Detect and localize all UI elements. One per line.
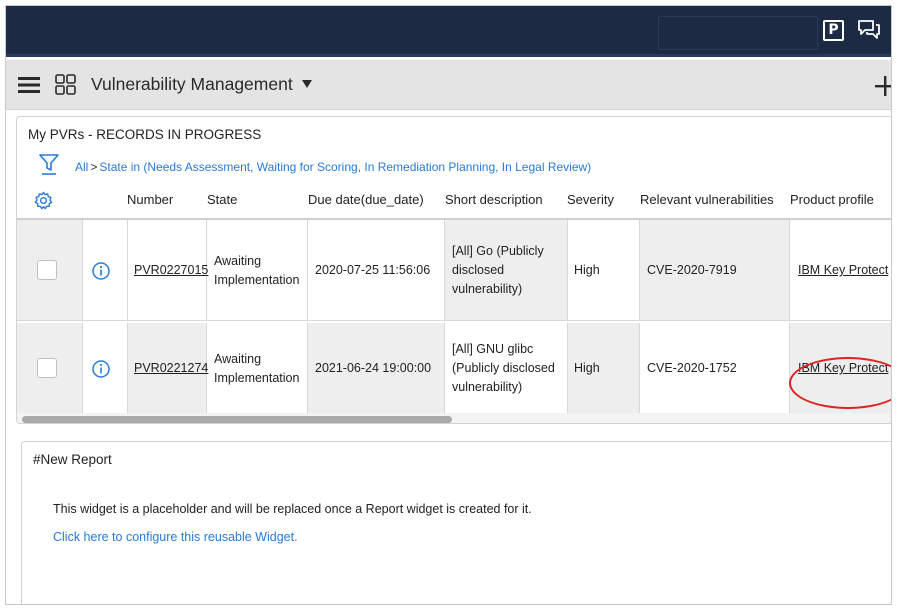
record-due-date: 2021-06-24 19:00:00 [315,361,432,375]
row-divider [789,323,790,413]
column-header-due-date[interactable]: Due date(due_date) [308,192,424,207]
row-divider [127,323,128,413]
row-divider [444,323,445,413]
info-icon[interactable] [92,360,110,378]
record-vulnerabilities: CVE-2020-7919 [647,263,737,277]
state-line: Awaiting [214,352,262,366]
app-header-bar: Vulnerability Management [6,60,892,110]
breadcrumb-separator: > [90,160,98,174]
description-line: vulnerability) [452,380,523,394]
app-grid-icon[interactable] [55,74,76,95]
row-divider [127,220,128,320]
column-header-short-description[interactable]: Short description [445,192,543,207]
profile-badge-icon[interactable]: P [823,20,844,41]
breadcrumb-all[interactable]: All [75,160,88,174]
gear-icon[interactable] [34,191,53,210]
column-header-severity[interactable]: Severity [567,192,614,207]
new-report-widget: #New Report This widget is a placeholder… [21,441,891,604]
record-number-link[interactable]: PVR0227015 [134,261,208,280]
configure-widget-link[interactable]: Click here to configure this reusable Wi… [53,530,298,544]
top-bar-field[interactable] [658,16,818,50]
table-row[interactable]: PVR0221274 Awaiting Implementation 2021-0… [17,323,891,413]
row-select-checkbox[interactable] [37,358,57,378]
breadcrumb-filter-condition[interactable]: State in (Needs Assessment, Waiting for … [99,160,591,174]
row-divider [567,220,568,320]
top-navigation-bar: P [6,6,891,57]
info-icon[interactable] [92,262,110,280]
description-line: (Publicly disclosed [452,361,555,375]
column-header-number[interactable]: Number [127,192,173,207]
record-severity: High [574,361,600,375]
row-divider [789,220,790,320]
description-line: vulnerability) [452,282,523,296]
record-state: Awaiting Implementation [214,252,299,290]
placeholder-message: This widget is a placeholder and will be… [53,502,532,516]
row-divider [444,220,445,320]
state-line: Implementation [214,273,300,287]
row-divider [639,220,640,320]
record-vulnerabilities: CVE-2020-1752 [647,361,737,375]
records-widget: My PVRs - RECORDS IN PROGRESS All > State … [16,116,891,424]
record-short-description: [All] GNU glibc (Publicly disclosed vulner… [452,340,555,397]
table-row[interactable]: PVR0227015 Awaiting Implementation 2020-0… [17,220,891,321]
state-line: Implementation [214,371,300,385]
record-number-link[interactable]: PVR0221274 [134,359,208,378]
row-divider [82,220,83,320]
product-profile-link[interactable]: IBM Key Protect [798,359,888,378]
hamburger-menu-icon[interactable] [18,76,40,94]
app-window: P Vulnerability Management My PVRs - REC… [5,5,892,605]
row-select-checkbox[interactable] [37,260,57,280]
record-severity: High [574,263,600,277]
row-divider [639,323,640,413]
record-state: Awaiting Implementation [214,350,299,388]
add-icon[interactable] [874,75,892,97]
column-header-state[interactable]: State [207,192,237,207]
state-line: Awaiting [214,254,262,268]
record-short-description: [All] Go (Publicly disclosed vulnerability… [452,242,544,299]
row-divider [567,323,568,413]
row-divider [82,323,83,413]
product-profile-link[interactable]: IBM Key Protect [798,261,888,280]
column-header-product-profile[interactable]: Product profile [790,192,874,207]
description-line: [All] GNU glibc [452,342,534,356]
row-divider [307,220,308,320]
horizontal-scrollbar-thumb[interactable] [22,416,452,423]
widget-title: My PVRs - RECORDS IN PROGRESS [28,127,262,142]
row-divider [307,323,308,413]
description-line: [All] Go (Publicly [452,244,544,258]
filter-icon[interactable] [39,154,59,176]
chat-icon[interactable] [857,19,881,41]
column-header-relevant-vulnerabilities[interactable]: Relevant vulnerabilities [640,192,774,207]
caret-down-icon[interactable] [301,78,313,90]
description-line: disclosed [452,263,505,277]
breadcrumb: All > State in (Needs Assessment, Waiting … [75,160,591,174]
record-due-date: 2020-07-25 11:56:06 [315,263,431,277]
widget-title: #New Report [33,452,112,467]
app-title[interactable]: Vulnerability Management [91,74,293,95]
